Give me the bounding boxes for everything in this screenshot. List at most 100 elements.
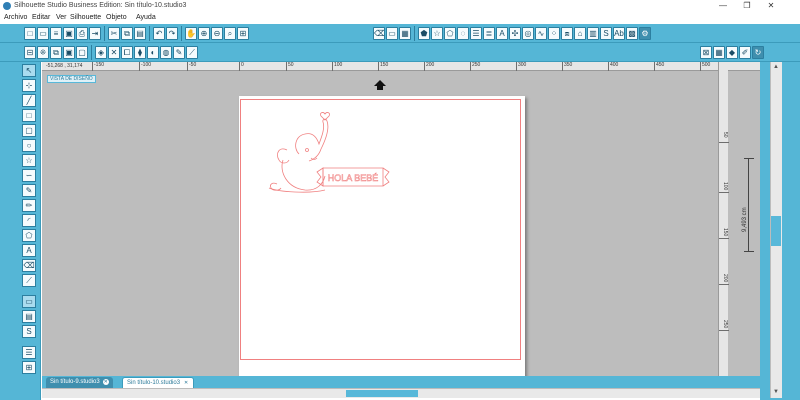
eraser-panel-icon[interactable]: ◆ (726, 46, 738, 59)
curve-icon[interactable]: ∽ (22, 169, 36, 182)
open-icon[interactable]: ▭ (37, 27, 49, 40)
pixscan-icon[interactable]: ⧈ (561, 27, 573, 40)
menu-editar[interactable]: Editar (32, 14, 50, 21)
select-icon[interactable]: ↖ (22, 64, 36, 77)
rectangle-icon[interactable]: □ (22, 109, 36, 122)
paste-icon[interactable]: ▤ (134, 27, 146, 40)
panel-toggle-icon[interactable]: ☰ (22, 346, 36, 359)
fit-page-icon[interactable]: ⊞ (237, 27, 249, 40)
weld-icon[interactable]: ◈ (95, 46, 107, 59)
ellipse-icon[interactable]: ○ (22, 139, 36, 152)
library-icon[interactable]: ≡ (50, 27, 62, 40)
store-view-icon[interactable]: S (22, 325, 36, 338)
point-edit-icon[interactable]: ⊹ (22, 79, 36, 92)
ruler-label: 500 (702, 62, 711, 68)
bring-front-icon[interactable]: ▣ (63, 46, 75, 59)
star-icon[interactable]: ☆ (431, 27, 443, 40)
align-icon[interactable]: ⊟ (24, 46, 36, 59)
line-icon[interactable]: ╱ (22, 94, 36, 107)
delete-icon[interactable]: ✕ (108, 46, 120, 59)
text-icon[interactable]: A (22, 244, 36, 257)
cut-icon[interactable]: ✂ (108, 27, 120, 40)
minimize-button[interactable]: — (716, 1, 730, 11)
polygon-icon[interactable]: ⬠ (444, 27, 456, 40)
grid-icon[interactable]: ▦ (399, 27, 411, 40)
refresh-icon[interactable]: ↻ (752, 46, 764, 59)
scroll-up-icon[interactable]: ▲ (771, 63, 781, 71)
vertical-scroll-thumb[interactable] (771, 216, 781, 246)
rounded-rect-icon[interactable]: ▢ (22, 124, 36, 137)
lines-icon[interactable]: ☰ (470, 27, 482, 40)
arc-icon[interactable]: ◜ (22, 214, 36, 227)
menu-silhouette[interactable]: Silhouette (70, 14, 101, 21)
send-panel-icon[interactable]: ▥ (587, 27, 599, 40)
knife-tool-secondary-icon[interactable]: ⟋ (186, 46, 198, 59)
page-setup-icon[interactable]: ▭ (386, 27, 398, 40)
menu-ayuda[interactable]: Ayuda (136, 14, 156, 21)
group-icon[interactable]: ⁜ (37, 46, 49, 59)
view-library-icon[interactable]: ⊠ (700, 46, 712, 59)
marker-icon[interactable]: ✐ (739, 46, 751, 59)
view-store-icon[interactable]: ▦ (713, 46, 725, 59)
text-style-icon[interactable]: A (496, 27, 508, 40)
design-workspace[interactable]: -51,268 , 31,174 -150 -100 -50 0 50 100 … (42, 62, 760, 376)
zoom-out-icon[interactable]: ⊖ (211, 27, 223, 40)
menu-objeto[interactable]: Objeto (106, 14, 127, 21)
save-icon[interactable]: ▣ (63, 27, 75, 40)
ungroup-icon[interactable]: ⧉ (50, 46, 62, 59)
tab-close-icon[interactable]: ✕ (183, 380, 190, 386)
polygon-tool-icon[interactable]: ☆ (22, 154, 36, 167)
scroll-down-icon[interactable]: ▼ (771, 388, 781, 396)
ruler-label: -50 (189, 62, 197, 68)
copy-icon[interactable]: ⧉ (121, 27, 133, 40)
close-button[interactable]: ✕ (764, 1, 778, 11)
tab-close-icon[interactable]: ✕ (102, 379, 109, 385)
trace-icon[interactable]: ✣ (509, 27, 521, 40)
settings-icon[interactable]: ⚙ (639, 27, 651, 40)
menu-archivo[interactable]: Archivo (4, 14, 27, 21)
ab-icon[interactable]: Ab (613, 27, 625, 40)
knife-tool-icon[interactable]: ⟋ (22, 274, 36, 287)
ruler-tick (608, 62, 609, 71)
send-back-icon[interactable]: ▢ (76, 46, 88, 59)
horizontal-scroll-thumb[interactable] (346, 390, 418, 397)
offset-icon[interactable]: ◎ (522, 27, 534, 40)
shape-icon[interactable]: ⬟ (418, 27, 430, 40)
menu-ver[interactable]: Ver (56, 14, 67, 21)
freehand-icon[interactable]: ✎ (22, 184, 36, 197)
replicate-icon[interactable]: ⧫ (134, 46, 146, 59)
rotate-icon[interactable]: ◍ (160, 46, 172, 59)
regular-polygon-icon[interactable]: ⬠ (22, 229, 36, 242)
rhinestone-icon[interactable]: ⁘ (548, 27, 560, 40)
undo-icon[interactable]: ↶ (153, 27, 165, 40)
print-icon[interactable]: ⎙ (76, 27, 88, 40)
sketch-icon[interactable]: ∿ (535, 27, 547, 40)
pan-icon[interactable]: ✋ (185, 27, 197, 40)
duplicate-icon[interactable]: ⧠ (121, 46, 133, 59)
send-icon[interactable]: ⇥ (89, 27, 101, 40)
design-view-icon[interactable]: ▭ (22, 295, 36, 308)
elephant-design[interactable]: HOLA BEBÉ (247, 104, 397, 204)
new-document-icon[interactable]: □ (24, 27, 36, 40)
redo-icon[interactable]: ↷ (166, 27, 178, 40)
tab-sin-titulo-9[interactable]: Sin título-9.studio3 ✕ (46, 377, 113, 388)
stroke-icon[interactable]: ≣ (483, 27, 495, 40)
cutting-mat[interactable]: HOLA BEBÉ (239, 96, 525, 376)
library-store-icon[interactable]: ⌂ (574, 27, 586, 40)
fill-icon[interactable]: ▩ (626, 27, 638, 40)
design-text: HOLA BEBÉ (328, 173, 379, 183)
tab-sin-titulo-10[interactable]: Sin título-10.studio3 ✕ (122, 377, 195, 388)
smooth-freehand-icon[interactable]: ✏ (22, 199, 36, 212)
document-tabs: Sin título-9.studio3 ✕ Sin título-10.stud… (42, 376, 760, 388)
library-view-icon[interactable]: ▤ (22, 310, 36, 323)
maximize-button[interactable]: ❐ (740, 1, 754, 11)
zoom-select-icon[interactable]: ⌕ (224, 27, 236, 40)
grid-panel-icon[interactable]: ⊞ (22, 361, 36, 374)
design-store-icon[interactable]: S (600, 27, 612, 40)
zoom-in-icon[interactable]: ⊕ (198, 27, 210, 40)
eraser-icon[interactable]: ⌫ (373, 27, 385, 40)
mirror-icon[interactable]: ◐ (147, 46, 159, 59)
knife-icon[interactable]: ◌ (457, 27, 469, 40)
eraser-tool-icon[interactable]: ⌫ (22, 259, 36, 272)
modify-icon[interactable]: ✎ (173, 46, 185, 59)
